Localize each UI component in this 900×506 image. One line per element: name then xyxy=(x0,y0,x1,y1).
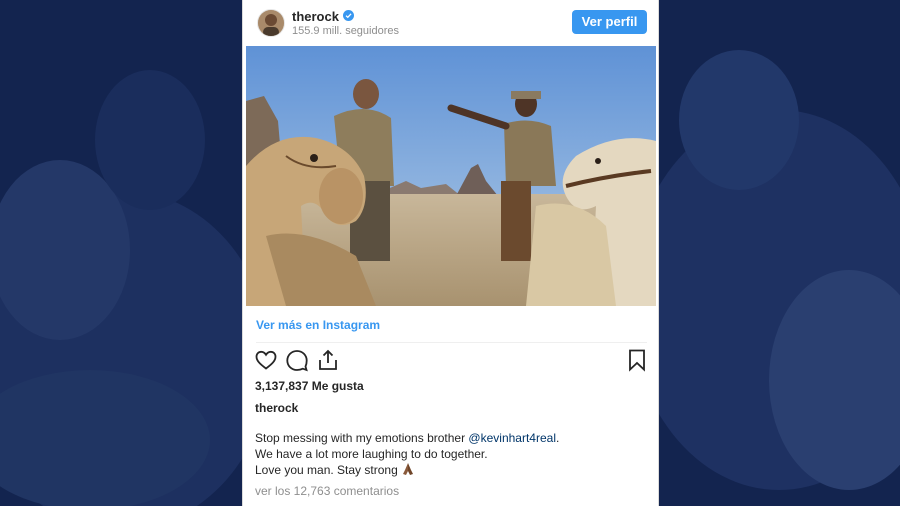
caption-line-2: We have a lot more laughing to do togeth… xyxy=(255,447,488,461)
caption: Stop messing with my emotions brother @k… xyxy=(255,430,650,478)
view-comments-link[interactable]: ver los 12,763 comentarios xyxy=(255,484,399,498)
view-profile-button[interactable]: Ver perfil xyxy=(572,10,647,34)
caption-text: Stop messing with my emotions brother xyxy=(255,431,469,445)
mention-link[interactable]: @kevinhart4real xyxy=(468,431,556,445)
comment-bubble-icon[interactable] xyxy=(285,348,309,372)
avatar[interactable] xyxy=(257,9,285,37)
instagram-embed-card: therock 155.9 mill. seguidores Ver perfi… xyxy=(242,0,659,506)
bookmark-icon[interactable] xyxy=(625,348,649,372)
caption-line-3: Love you man. Stay strong xyxy=(255,462,650,478)
verified-badge-icon xyxy=(343,10,354,21)
background-blur-right xyxy=(659,0,900,506)
like-count[interactable]: 3,137,837 Me gusta xyxy=(255,379,364,393)
post-header: therock 155.9 mill. seguidores Ver perfi… xyxy=(243,0,658,46)
share-icon[interactable] xyxy=(316,348,340,372)
post-photo[interactable] xyxy=(246,46,656,306)
action-bar xyxy=(243,348,658,376)
background-blur-left xyxy=(0,0,242,506)
caption-username[interactable]: therock xyxy=(255,401,298,415)
praying-hands-icon xyxy=(403,463,414,475)
username[interactable]: therock xyxy=(292,9,339,24)
caption-text: Love you man. Stay strong xyxy=(255,463,398,477)
follower-count: 155.9 mill. seguidores xyxy=(292,25,400,37)
caption-text: . xyxy=(555,431,560,445)
heart-icon[interactable] xyxy=(254,348,278,372)
caption-line-1: Stop messing with my emotions brother @k… xyxy=(255,430,650,446)
divider xyxy=(256,342,647,343)
view-more-link[interactable]: Ver más en Instagram xyxy=(256,318,380,332)
